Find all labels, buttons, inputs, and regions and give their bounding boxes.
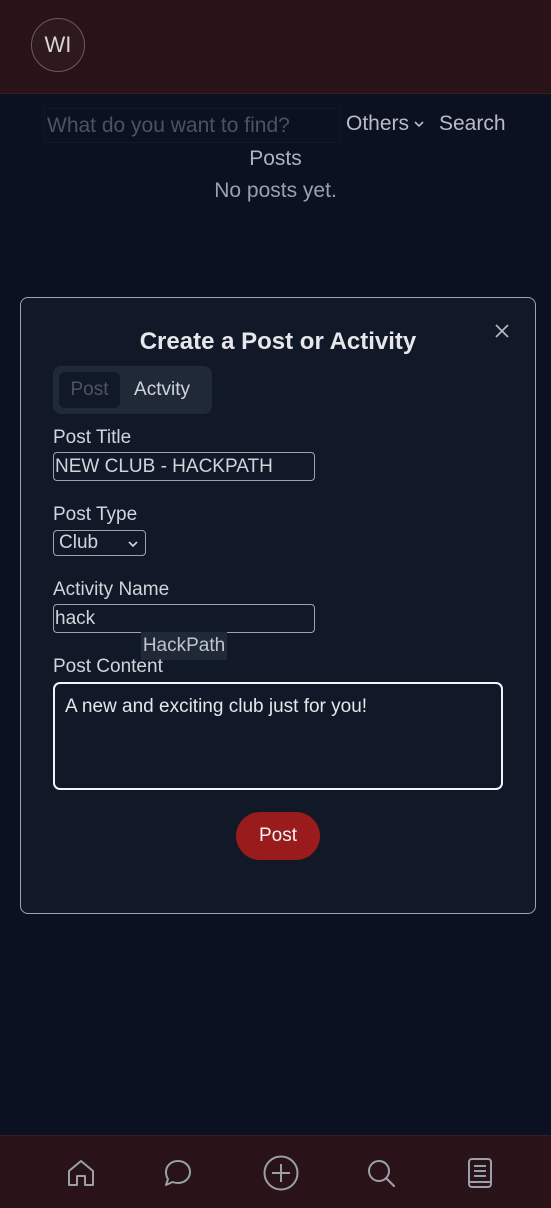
tab-activity[interactable]: Actvity	[120, 372, 204, 408]
search-input[interactable]	[44, 108, 341, 143]
submit-post-button[interactable]: Post	[236, 812, 320, 860]
top-bar: WI	[0, 0, 551, 94]
chevron-down-icon	[128, 541, 138, 548]
post-type-tabs: Post Actvity	[53, 366, 212, 414]
posts-heading: Posts	[249, 147, 302, 170]
bottom-nav	[0, 1135, 551, 1208]
post-type-select[interactable]: Club	[53, 530, 146, 556]
search-icon[interactable]	[364, 1156, 398, 1190]
post-type-value: Club	[59, 532, 99, 553]
chat-icon[interactable]	[161, 1156, 195, 1190]
empty-message: No posts yet.	[214, 179, 337, 202]
filter-dropdown[interactable]: Others	[346, 112, 425, 136]
create-post-modal: Create a Post or Activity Post Actvity P…	[20, 297, 536, 914]
activity-name-label: Activity Name	[53, 579, 170, 600]
search-button[interactable]: Search	[439, 112, 506, 136]
avatar[interactable]: WI	[31, 18, 85, 72]
close-icon[interactable]	[493, 322, 511, 340]
post-content-textarea[interactable]: A new and exciting club just for you!	[53, 682, 503, 790]
tab-post[interactable]: Post	[59, 372, 120, 408]
post-type-label: Post Type	[53, 504, 138, 525]
post-title-label: Post Title	[53, 427, 132, 448]
post-title-input[interactable]	[53, 452, 315, 481]
modal-title: Create a Post or Activity	[139, 328, 417, 355]
chevron-down-icon	[414, 121, 424, 128]
post-content-label: Post Content	[53, 656, 163, 677]
activity-name-input[interactable]	[53, 604, 315, 633]
add-icon[interactable]	[262, 1154, 300, 1192]
book-icon[interactable]	[463, 1156, 497, 1190]
filter-label: Others	[346, 112, 410, 135]
avatar-initials: WI	[44, 32, 72, 57]
home-icon[interactable]	[64, 1156, 98, 1190]
search-row: Others Search	[0, 108, 551, 144]
